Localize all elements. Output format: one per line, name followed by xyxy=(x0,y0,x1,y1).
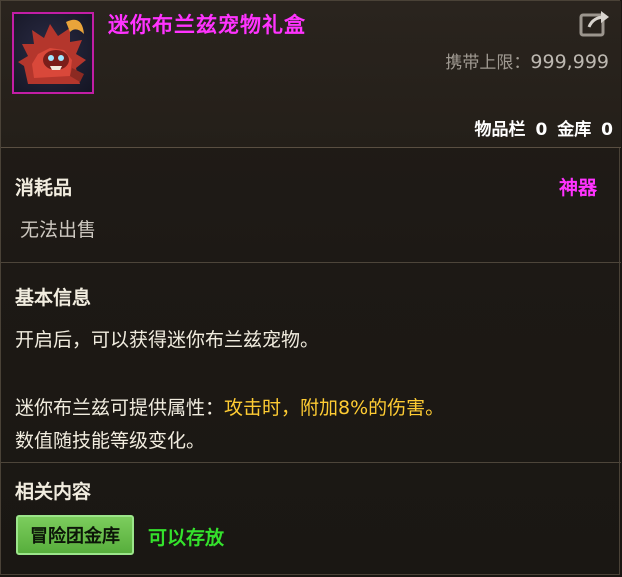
carry-limit-value: 999,999 xyxy=(530,51,609,73)
tooltip-header: 迷你布兰兹宠物礼盒 携带上限：999,999 物品栏 0 金库 0 xyxy=(1,1,621,148)
carry-limit-label: 携带上限： xyxy=(445,53,531,73)
carry-limit: 携带上限：999,999 xyxy=(445,48,609,73)
item-grade: 神器 xyxy=(558,177,597,199)
vault-count: 0 xyxy=(601,120,613,140)
scaling-note: 数值随技能等级变化。 xyxy=(15,430,206,452)
item-tooltip: 迷你布兰兹宠物礼盒 携带上限：999,999 物品栏 0 金库 0 消耗品 神器… xyxy=(0,0,621,575)
adventure-vault-tag[interactable]: 冒险团金库 xyxy=(16,515,134,555)
attribute-highlight: 攻击时，附加8%的伤害。 xyxy=(224,397,445,419)
basic-info-title: 基本信息 xyxy=(15,287,92,309)
attribute-line: 迷你布兰兹可提供属性：攻击时，附加8%的伤害。 xyxy=(15,393,444,420)
divider xyxy=(1,462,621,463)
vault-label: 金库 xyxy=(557,120,592,140)
share-icon[interactable] xyxy=(579,9,611,39)
sell-status: 无法出售 xyxy=(20,219,97,241)
inventory-count: 0 xyxy=(535,120,548,140)
mini-branz-pet-icon[interactable] xyxy=(12,12,94,94)
storage-counts: 物品栏 0 金库 0 xyxy=(471,115,613,140)
item-type: 消耗品 xyxy=(15,177,73,199)
attribute-prefix: 迷你布兰兹可提供属性： xyxy=(15,397,225,419)
divider xyxy=(1,262,621,263)
storable-status: 可以存放 xyxy=(148,527,225,549)
item-name: 迷你布兰兹宠物礼盒 xyxy=(108,13,306,37)
related-content-title: 相关内容 xyxy=(15,481,92,503)
description-line: 开启后，可以获得迷你布兰兹宠物。 xyxy=(15,329,320,351)
inventory-label: 物品栏 xyxy=(474,120,526,140)
